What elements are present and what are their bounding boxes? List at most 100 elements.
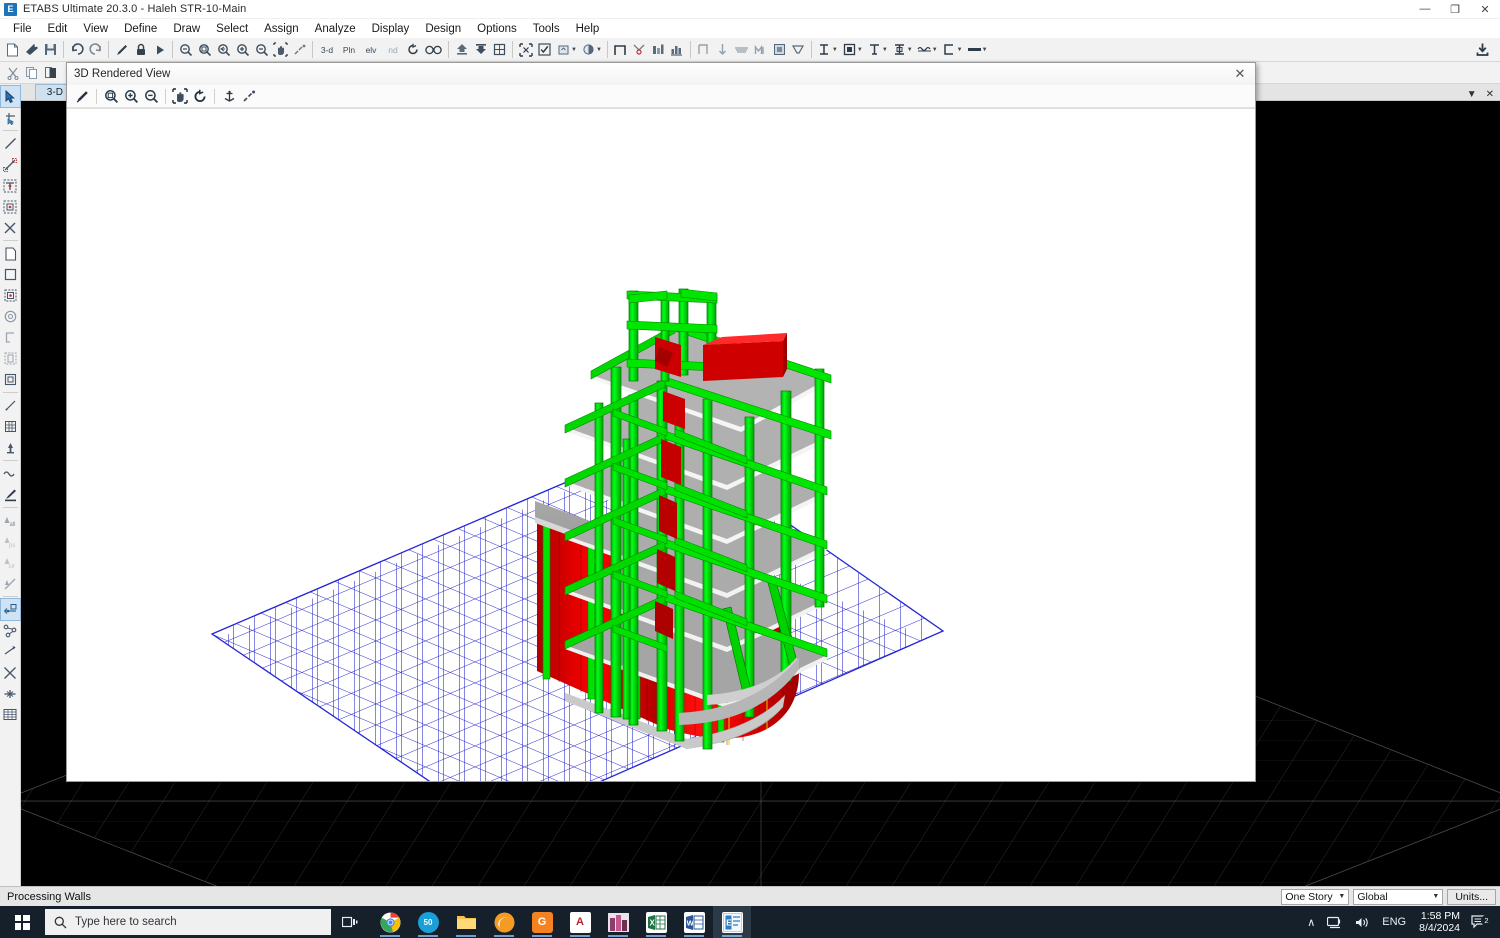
coordinate-system-selector[interactable]: Global ▼ (1353, 888, 1444, 905)
zoom-previous-icon[interactable] (176, 40, 195, 60)
chevron-down-icon[interactable]: ▼ (1467, 89, 1477, 100)
rotate-3d-icon[interactable] (404, 40, 423, 60)
area-section-icon[interactable] (840, 40, 859, 60)
select-by-property-tool[interactable] (1, 620, 20, 641)
story-selector[interactable]: One Story ▼ (1281, 888, 1350, 905)
open-model-icon[interactable] (22, 40, 41, 60)
menu-display[interactable]: Display (364, 20, 418, 37)
rendered-view-title-bar[interactable]: 3D Rendered View ✕ (67, 63, 1255, 85)
minimize-button[interactable]: — (1410, 0, 1440, 19)
rendered-view-canvas[interactable] (67, 108, 1255, 781)
task-view-icon[interactable] (331, 906, 369, 938)
zoom-in-icon[interactable] (121, 86, 141, 106)
maximize-button[interactable]: ❐ (1440, 0, 1470, 19)
view-named-icon[interactable]: nd (382, 40, 404, 60)
set-3d-view-icon[interactable] (219, 86, 239, 106)
draw-circular-area-tool[interactable] (1, 306, 20, 327)
draw-grid-tool[interactable] (1, 416, 20, 437)
taskbar-app-word[interactable]: W (675, 906, 713, 938)
taskbar-app-revit[interactable] (599, 906, 637, 938)
show-tables-tool[interactable] (1, 704, 20, 725)
menu-help[interactable]: Help (568, 20, 608, 37)
draw-joint-tool[interactable] (1, 437, 20, 458)
menu-design[interactable]: Design (417, 20, 469, 37)
close-button[interactable]: ✕ (1470, 0, 1500, 19)
wall-section-icon[interactable] (940, 40, 959, 60)
previous-selection-tool[interactable]: ps (1, 531, 20, 552)
paste-icon[interactable] (41, 63, 60, 83)
taskbar-app-chrome[interactable] (371, 906, 409, 938)
section-cut-icon[interactable] (789, 40, 808, 60)
select-all-tool[interactable]: all (1, 510, 20, 531)
zoom-out-icon[interactable] (141, 86, 161, 106)
render-pencil-icon[interactable] (72, 86, 92, 106)
taskbar-app-grammarly[interactable]: G (523, 906, 561, 938)
taskbar-app-excel[interactable]: X (637, 906, 675, 938)
set-select-mode-tool[interactable] (0, 598, 21, 621)
menu-draw[interactable]: Draw (165, 20, 208, 37)
assign-restraints-icon[interactable] (694, 40, 713, 60)
copy-icon[interactable] (22, 63, 41, 83)
undo-icon[interactable] (67, 40, 86, 60)
view-elevation-icon[interactable]: elv (360, 40, 382, 60)
draw-quick-area-tool[interactable] (1, 285, 20, 306)
draw-opening-tool[interactable] (1, 369, 20, 390)
run-analysis-icon[interactable] (150, 40, 169, 60)
select-by-story-tool[interactable] (1, 641, 20, 662)
frame-section-icon[interactable] (815, 40, 834, 60)
redo-icon[interactable] (86, 40, 105, 60)
link-section-icon[interactable] (865, 40, 884, 60)
menu-analyze[interactable]: Analyze (307, 20, 364, 37)
draw-link-tool[interactable] (1, 463, 20, 484)
draw-line-tool[interactable] (1, 133, 20, 154)
download-icon[interactable] (1473, 40, 1492, 60)
menu-view[interactable]: View (75, 20, 116, 37)
object-snap-icon[interactable] (516, 40, 535, 60)
render-view-icon[interactable] (579, 40, 598, 60)
menu-define[interactable]: Define (116, 20, 165, 37)
search-input[interactable]: Type here to search (45, 909, 331, 935)
language-indicator[interactable]: ENG (1376, 916, 1412, 928)
edit-pencil-icon[interactable] (112, 40, 131, 60)
taskbar-app-sketchup[interactable]: 50 (409, 906, 447, 938)
menu-assign[interactable]: Assign (256, 20, 307, 37)
view-3d-icon[interactable]: 3-d (316, 40, 338, 60)
pointer-select-tool[interactable] (0, 85, 21, 108)
draw-dimension-tool[interactable] (1, 484, 20, 505)
clear-selection-tool[interactable]: clr (1, 552, 20, 573)
notifications-icon[interactable]: 2 (1467, 915, 1496, 929)
extrude-view-icon[interactable] (554, 40, 573, 60)
draw-wall-tool[interactable] (1, 327, 20, 348)
draw-tendon-tool[interactable] (1, 395, 20, 416)
menu-tools[interactable]: Tools (525, 20, 568, 37)
cut-icon[interactable] (3, 63, 22, 83)
lock-model-icon[interactable] (131, 40, 150, 60)
rubber-band-zoom-icon[interactable] (290, 40, 309, 60)
quick-draw-beam-tool[interactable] (1, 175, 20, 196)
taskbar-clock[interactable]: 1:58 PM 8/4/2024 (1412, 910, 1467, 934)
network-icon[interactable] (1321, 916, 1349, 929)
set-default-view-icon[interactable] (490, 40, 509, 60)
draw-frame-icon[interactable] (611, 40, 630, 60)
close-icon[interactable]: ✕ (1486, 89, 1494, 100)
units-button[interactable]: Units... (1447, 888, 1496, 905)
select-intersecting-line-tool[interactable] (1, 573, 20, 594)
view-plan-icon[interactable]: Pln (338, 40, 360, 60)
draw-frame-tool[interactable] (1, 154, 20, 175)
select-by-group-tool[interactable] (1, 662, 20, 683)
select-support-tool[interactable] (1, 683, 20, 704)
taskbar-app-etabs[interactable]: E (713, 906, 751, 938)
new-model-icon[interactable] (3, 40, 22, 60)
move-up-story-icon[interactable] (452, 40, 471, 60)
set-display-options-icon[interactable] (423, 40, 445, 60)
column-section-icon[interactable] (890, 40, 909, 60)
save-model-icon[interactable] (41, 40, 60, 60)
draw-floor-area-tool[interactable] (1, 243, 20, 264)
menu-edit[interactable]: Edit (40, 20, 76, 37)
menu-file[interactable]: File (5, 20, 40, 37)
zoom-region-icon[interactable] (214, 40, 233, 60)
rotate-view-icon[interactable] (190, 86, 210, 106)
select-all-icon[interactable] (535, 40, 554, 60)
show-charts-icon[interactable] (668, 40, 687, 60)
quick-draw-wall-tool[interactable] (1, 348, 20, 369)
